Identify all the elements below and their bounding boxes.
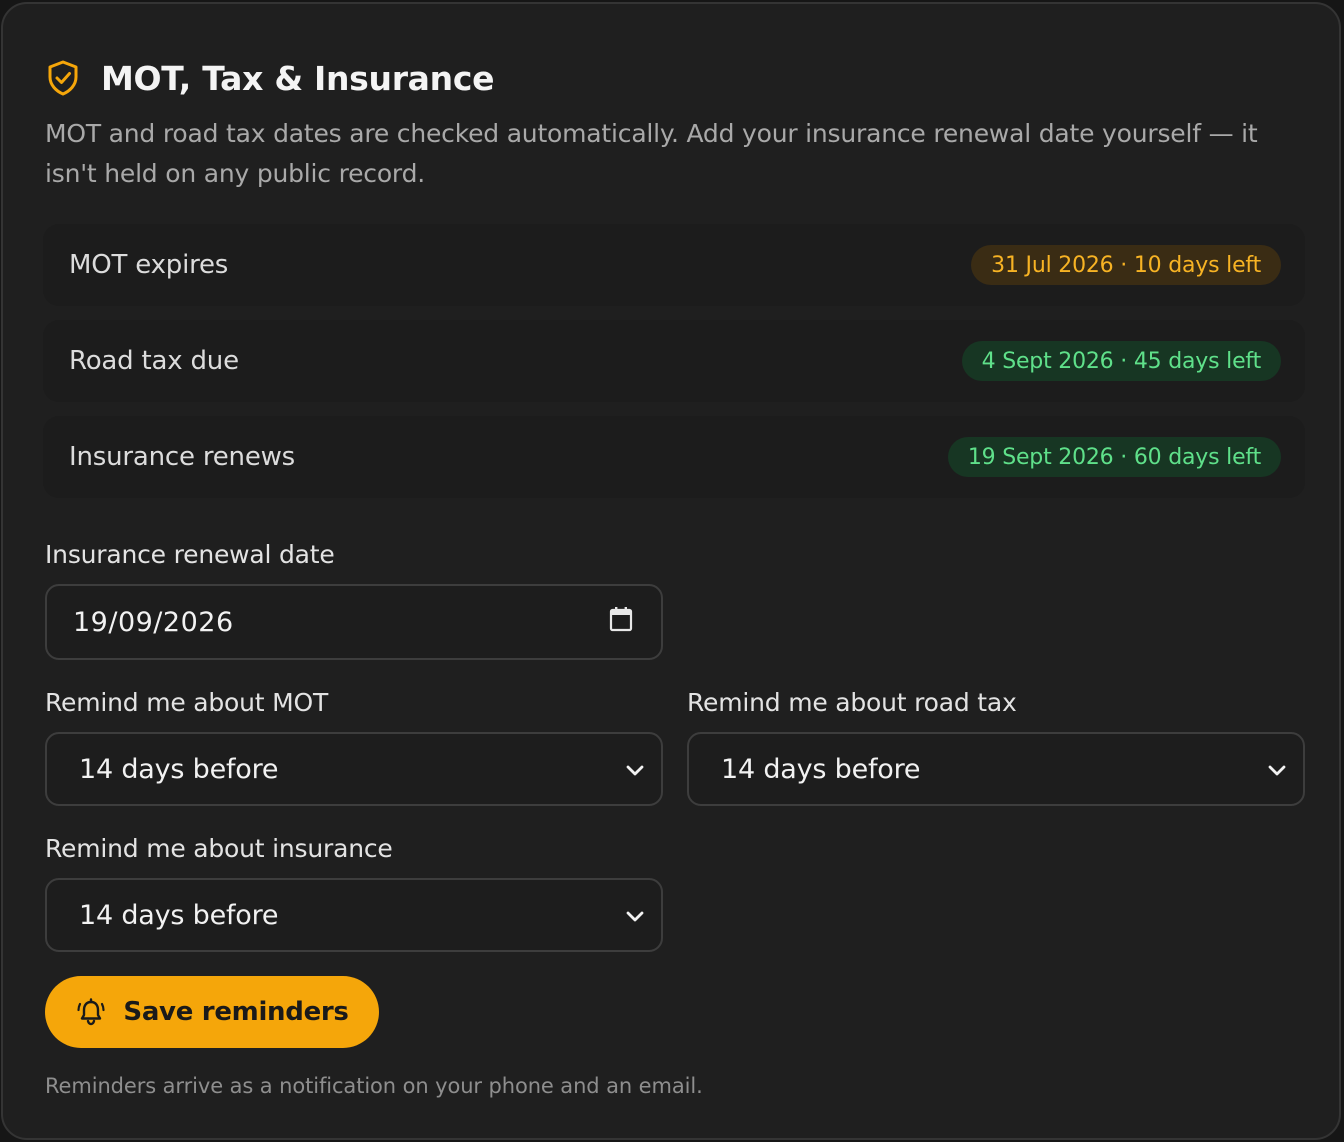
insurance-date-value: 19/09/2026 <box>73 606 234 638</box>
status-row-label: MOT expires <box>69 250 229 280</box>
calendar-icon[interactable] <box>609 606 633 639</box>
insurance-status-badge: 19 Sept 2026 · 60 days left <box>947 437 1281 477</box>
mot-reminder-select[interactable]: 14 days before <box>45 732 663 806</box>
road-tax-reminder-value: 14 days before <box>721 753 921 785</box>
chevron-down-icon <box>625 900 645 931</box>
status-row-label: Road tax due <box>69 346 239 376</box>
shield-check-icon <box>45 58 81 98</box>
card-title: MOT, Tax & Insurance <box>101 58 495 98</box>
insurance-date-label: Insurance renewal date <box>45 540 335 569</box>
status-row-road-tax: Road tax due 4 Sept 2026 · 45 days left <box>43 320 1305 402</box>
mot-reminder-label: Remind me about MOT <box>45 688 329 717</box>
status-row-label: Insurance renews <box>69 442 296 472</box>
insurance-reminder-value: 14 days before <box>79 899 279 931</box>
chevron-down-icon <box>1267 754 1287 785</box>
chevron-down-icon <box>625 754 645 785</box>
card-description: MOT and road tax dates are checked autom… <box>45 119 1258 188</box>
status-row-insurance: Insurance renews 19 Sept 2026 · 60 days … <box>43 416 1305 498</box>
save-reminders-button[interactable]: Save reminders <box>45 976 379 1048</box>
bell-icon <box>75 995 107 1029</box>
road-tax-reminder-select[interactable]: 14 days before <box>687 732 1305 806</box>
insurance-reminder-select[interactable]: 14 days before <box>45 878 663 952</box>
mot-reminder-value: 14 days before <box>79 753 279 785</box>
road-tax-reminder-label: Remind me about road tax <box>687 688 1017 717</box>
status-row-mot: MOT expires 31 Jul 2026 · 10 days left <box>43 224 1305 306</box>
mot-status-badge: 31 Jul 2026 · 10 days left <box>971 245 1281 285</box>
insurance-reminder-label: Remind me about insurance <box>45 834 393 863</box>
card-header: MOT, Tax & Insurance <box>45 56 494 100</box>
insurance-date-input[interactable]: 19/09/2026 <box>45 584 663 660</box>
save-reminders-label: Save reminders <box>123 997 349 1027</box>
mot-tax-insurance-card: MOT, Tax & Insurance MOT and road tax da… <box>1 2 1341 1140</box>
reminder-footnote: Reminders arrive as a notification on yo… <box>45 1074 703 1098</box>
road-tax-status-badge: 4 Sept 2026 · 45 days left <box>961 341 1281 381</box>
